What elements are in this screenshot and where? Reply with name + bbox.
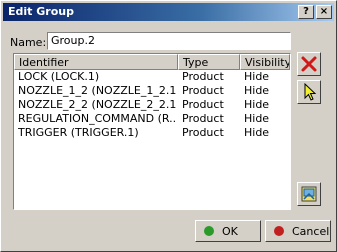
table-row[interactable]: TRIGGER (TRIGGER.1) Product Hide bbox=[14, 126, 290, 140]
column-header-identifier[interactable]: Identifier bbox=[14, 54, 178, 70]
cell-type: Product bbox=[182, 98, 224, 111]
cell-identifier: LOCK (LOCK.1) bbox=[18, 70, 100, 83]
column-header-type[interactable]: Type bbox=[178, 54, 240, 70]
name-input[interactable]: Group.2 bbox=[47, 32, 291, 50]
remove-button[interactable] bbox=[297, 52, 321, 76]
name-label: Name: bbox=[10, 36, 47, 49]
cell-identifier: NOZZLE_1_2 (NOZZLE_1_2.1) bbox=[18, 84, 176, 97]
cell-visibility: Hide bbox=[244, 112, 270, 125]
cell-visibility: Hide bbox=[244, 126, 270, 139]
help-button[interactable]: ? bbox=[298, 5, 314, 19]
green-dot-icon bbox=[204, 226, 214, 236]
dialog-title: Edit Group bbox=[8, 5, 74, 18]
hide-show-button[interactable] bbox=[297, 182, 321, 206]
red-x-icon bbox=[301, 56, 317, 72]
cell-identifier: REGULATION_COMMAND (R... bbox=[18, 112, 176, 125]
cell-visibility: Hide bbox=[244, 98, 270, 111]
list-header: Identifier Type Visibility bbox=[14, 54, 290, 70]
table-row[interactable]: NOZZLE_2_2 (NOZZLE_2_2.1) Product Hide bbox=[14, 98, 290, 112]
cell-type: Product bbox=[182, 126, 224, 139]
table-row[interactable]: REGULATION_COMMAND (R... Product Hide bbox=[14, 112, 290, 126]
column-header-visibility[interactable]: Visibility bbox=[240, 54, 290, 70]
cursor-arrow-icon bbox=[304, 83, 317, 101]
ok-button[interactable]: OK bbox=[195, 220, 261, 242]
edit-group-dialog: Edit Group ? × Name: Group.2 Identifier … bbox=[0, 0, 337, 252]
members-list[interactable]: Identifier Type Visibility LOCK (LOCK.1)… bbox=[13, 53, 291, 210]
table-row[interactable]: LOCK (LOCK.1) Product Hide bbox=[14, 70, 290, 84]
ok-label: OK bbox=[222, 225, 238, 238]
cell-visibility: Hide bbox=[244, 84, 270, 97]
cell-type: Product bbox=[182, 84, 224, 97]
cancel-button[interactable]: Cancel bbox=[265, 220, 331, 242]
cell-identifier: TRIGGER (TRIGGER.1) bbox=[18, 126, 139, 139]
cell-type: Product bbox=[182, 112, 224, 125]
title-bar: Edit Group ? × bbox=[3, 3, 334, 21]
select-button[interactable] bbox=[297, 80, 321, 104]
close-button[interactable]: × bbox=[316, 5, 332, 19]
cell-type: Product bbox=[182, 70, 224, 83]
cell-identifier: NOZZLE_2_2 (NOZZLE_2_2.1) bbox=[18, 98, 176, 111]
red-dot-icon bbox=[274, 226, 284, 236]
table-row[interactable]: NOZZLE_1_2 (NOZZLE_1_2.1) Product Hide bbox=[14, 84, 290, 98]
cell-visibility: Hide bbox=[244, 70, 270, 83]
hide-show-icon bbox=[301, 186, 317, 202]
cancel-label: Cancel bbox=[292, 225, 330, 238]
